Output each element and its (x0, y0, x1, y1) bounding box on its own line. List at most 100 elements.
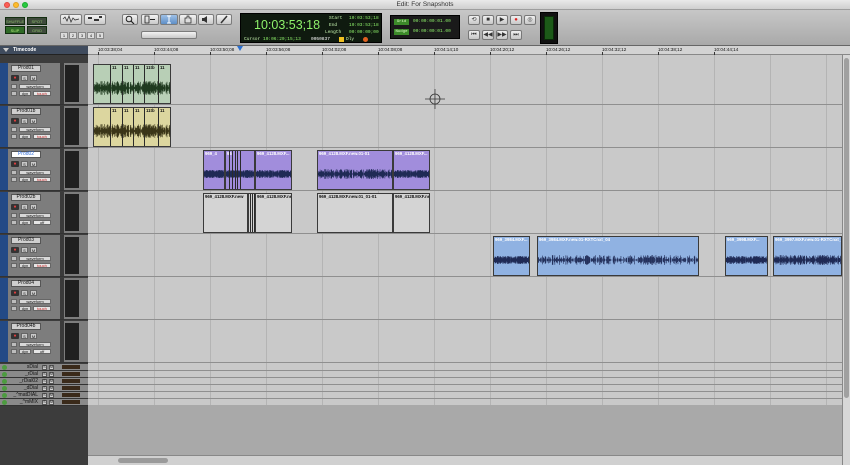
timecode-ruler[interactable]: 10:03:38;04 10:03:44;08 10:03:50;08 10:03:5… (88, 46, 850, 55)
record-enable-button[interactable]: ● (11, 75, 19, 81)
collapsed-track-lane[interactable] (88, 378, 842, 385)
track-view-selector[interactable]: waveform (19, 342, 51, 347)
mute-button[interactable]: M (49, 379, 54, 384)
ruler-collapse-icon[interactable] (3, 48, 9, 52)
track-playlist-lane[interactable] (88, 63, 842, 105)
solo-button[interactable]: S (21, 204, 28, 210)
mute-button[interactable]: M (30, 75, 37, 81)
automation-mode-selector[interactable]: off (33, 349, 51, 354)
edit-window-playlist-area[interactable]: 11111111tb1111111111tb11969_496969_4128.… (88, 55, 842, 405)
audio-clip[interactable]: 969_4128.MXF... (393, 150, 430, 190)
track-header[interactable]: Prod01 ● S Mwaveform dyn touch (0, 63, 88, 105)
audio-clip[interactable]: 969_4128.MXF.new.01-01 (317, 150, 393, 190)
solo-button[interactable]: S (21, 290, 28, 296)
timecode-ruler-header[interactable]: Timecode (0, 46, 88, 55)
track-playlist-lane[interactable] (88, 149, 842, 191)
track-name-field[interactable]: Prod02 (11, 151, 41, 158)
automation-mode-selector[interactable]: off (33, 220, 51, 225)
dyn-button[interactable]: dyn (19, 134, 31, 139)
track-playlist-lane[interactable] (88, 106, 842, 148)
nudge-value[interactable]: 00:00:00:01.00 (413, 29, 451, 34)
mute-button[interactable]: M (30, 247, 37, 253)
record-button[interactable]: ● (510, 15, 522, 25)
track-name-field[interactable]: Prod04 (11, 280, 41, 287)
track-header[interactable]: Prod03 ● S Mwaveform dyn touch (0, 235, 88, 277)
play-loop-button[interactable]: ⟲ (468, 15, 480, 25)
solo-button[interactable]: S (21, 333, 28, 339)
mute-button[interactable]: M (49, 393, 54, 398)
track-active-icon[interactable] (2, 393, 7, 398)
main-counter-display[interactable]: 10:03:53;18 Start End Length 10:03:53;18… (240, 13, 382, 43)
track-header[interactable]: Prod04b ● S Mwaveform dyn off (0, 321, 88, 363)
rewind-button[interactable]: ◀◀ (482, 30, 494, 40)
solo-button[interactable]: S (21, 161, 28, 167)
audio-clip[interactable]: 969_3997.MXF.new.01-RXTCnxt_04 (773, 236, 842, 276)
mute-button[interactable]: M (49, 400, 54, 405)
spot-mode-button[interactable]: SPOT (27, 17, 47, 25)
audio-clip[interactable]: 11 11 11 11tb 11 (93, 107, 171, 147)
track-name-field[interactable]: Prod04b (11, 323, 41, 330)
track-view-icon[interactable] (11, 213, 17, 218)
smart-tool-button[interactable] (141, 31, 197, 39)
dyn-button[interactable]: dyn (19, 263, 31, 268)
track-view-icon[interactable] (11, 170, 17, 175)
collapsed-track-name[interactable]: _^mMIX (10, 399, 38, 405)
audio-clip[interactable]: 969_4 (203, 150, 225, 190)
record-enable-button[interactable]: ● (11, 333, 19, 339)
vertical-scroll-thumb[interactable] (844, 58, 849, 398)
collapsed-track-header[interactable]: _^matDIAL S M (0, 392, 88, 399)
audio-clip[interactable]: 969_4128.MXF.new.01_01-01 (317, 193, 393, 233)
audio-clip[interactable]: 969_3984.MXF.new.01-RXTCnxt_04 (537, 236, 699, 276)
zoom-preset-2[interactable]: 2 (69, 32, 77, 39)
mute-button[interactable]: M (49, 386, 54, 391)
collapsed-track-name[interactable]: _rDial (10, 371, 38, 377)
solo-button[interactable]: S (21, 247, 28, 253)
track-view-selector[interactable]: waveform (19, 213, 51, 218)
collapsed-track-name[interactable]: _rDial02 (10, 378, 38, 384)
grid-badge[interactable]: Grid (394, 19, 409, 25)
zoom-midi-button[interactable] (84, 14, 106, 25)
playlist-icon[interactable] (11, 91, 17, 96)
track-header[interactable]: Prod02 ● S Mwaveform dyn touch (0, 149, 88, 191)
track-playlist-lane[interactable] (88, 192, 842, 234)
go-to-end-button[interactable]: ⏭ (510, 30, 522, 40)
record-enable-button[interactable]: ● (11, 290, 19, 296)
collapsed-track-header[interactable]: sDial S M (0, 364, 88, 371)
playlist-icon[interactable] (11, 134, 17, 139)
solo-button[interactable]: S (42, 386, 47, 391)
length-value[interactable]: 00:00:00;00 (349, 30, 379, 35)
track-view-selector[interactable]: waveform (19, 256, 51, 261)
vertical-scrollbar[interactable] (842, 55, 850, 465)
track-view-selector[interactable]: waveform (19, 84, 51, 89)
track-view-icon[interactable] (11, 299, 17, 304)
solo-button[interactable]: S (21, 118, 28, 124)
dly-toggle-icon[interactable] (339, 37, 344, 42)
mute-button[interactable]: M (30, 118, 37, 124)
solo-button[interactable]: S (42, 372, 47, 377)
track-name-field[interactable]: Prod01 (11, 65, 41, 72)
record-enable-button[interactable]: ● (11, 118, 19, 124)
pencil-tool-button[interactable] (216, 14, 232, 25)
dyn-button[interactable]: dyn (19, 177, 31, 182)
audio-clip[interactable]: 969_4128.MXF.new (203, 193, 248, 233)
audio-clip[interactable]: 96 (225, 150, 255, 190)
zoomer-tool-button[interactable] (122, 14, 138, 25)
track-view-selector[interactable]: waveform (19, 170, 51, 175)
collapsed-track-name[interactable]: _^matDIAL (10, 392, 38, 398)
track-header[interactable]: Prod02b ● S Mwaveform dyn off (0, 192, 88, 234)
automation-mode-selector[interactable]: touch (33, 263, 51, 268)
track-header[interactable]: Prod04 ● S Mwaveform dyn touch (0, 278, 88, 320)
nudge-badge[interactable]: Nudge (394, 29, 409, 35)
track-view-icon[interactable] (11, 342, 17, 347)
record-enable-button[interactable]: ● (11, 161, 19, 167)
collapsed-track-header[interactable]: _dDial S M (0, 385, 88, 392)
track-view-icon[interactable] (11, 84, 17, 89)
online-button[interactable]: ◎ (524, 15, 536, 25)
dyn-button[interactable]: dyn (19, 306, 31, 311)
mute-button[interactable]: M (49, 372, 54, 377)
zoom-preset-3[interactable]: 3 (78, 32, 86, 39)
automation-mode-selector[interactable]: touch (33, 306, 51, 311)
collapsed-track-lane[interactable] (88, 371, 842, 378)
playlist-icon[interactable] (11, 306, 17, 311)
track-active-icon[interactable] (2, 386, 7, 391)
